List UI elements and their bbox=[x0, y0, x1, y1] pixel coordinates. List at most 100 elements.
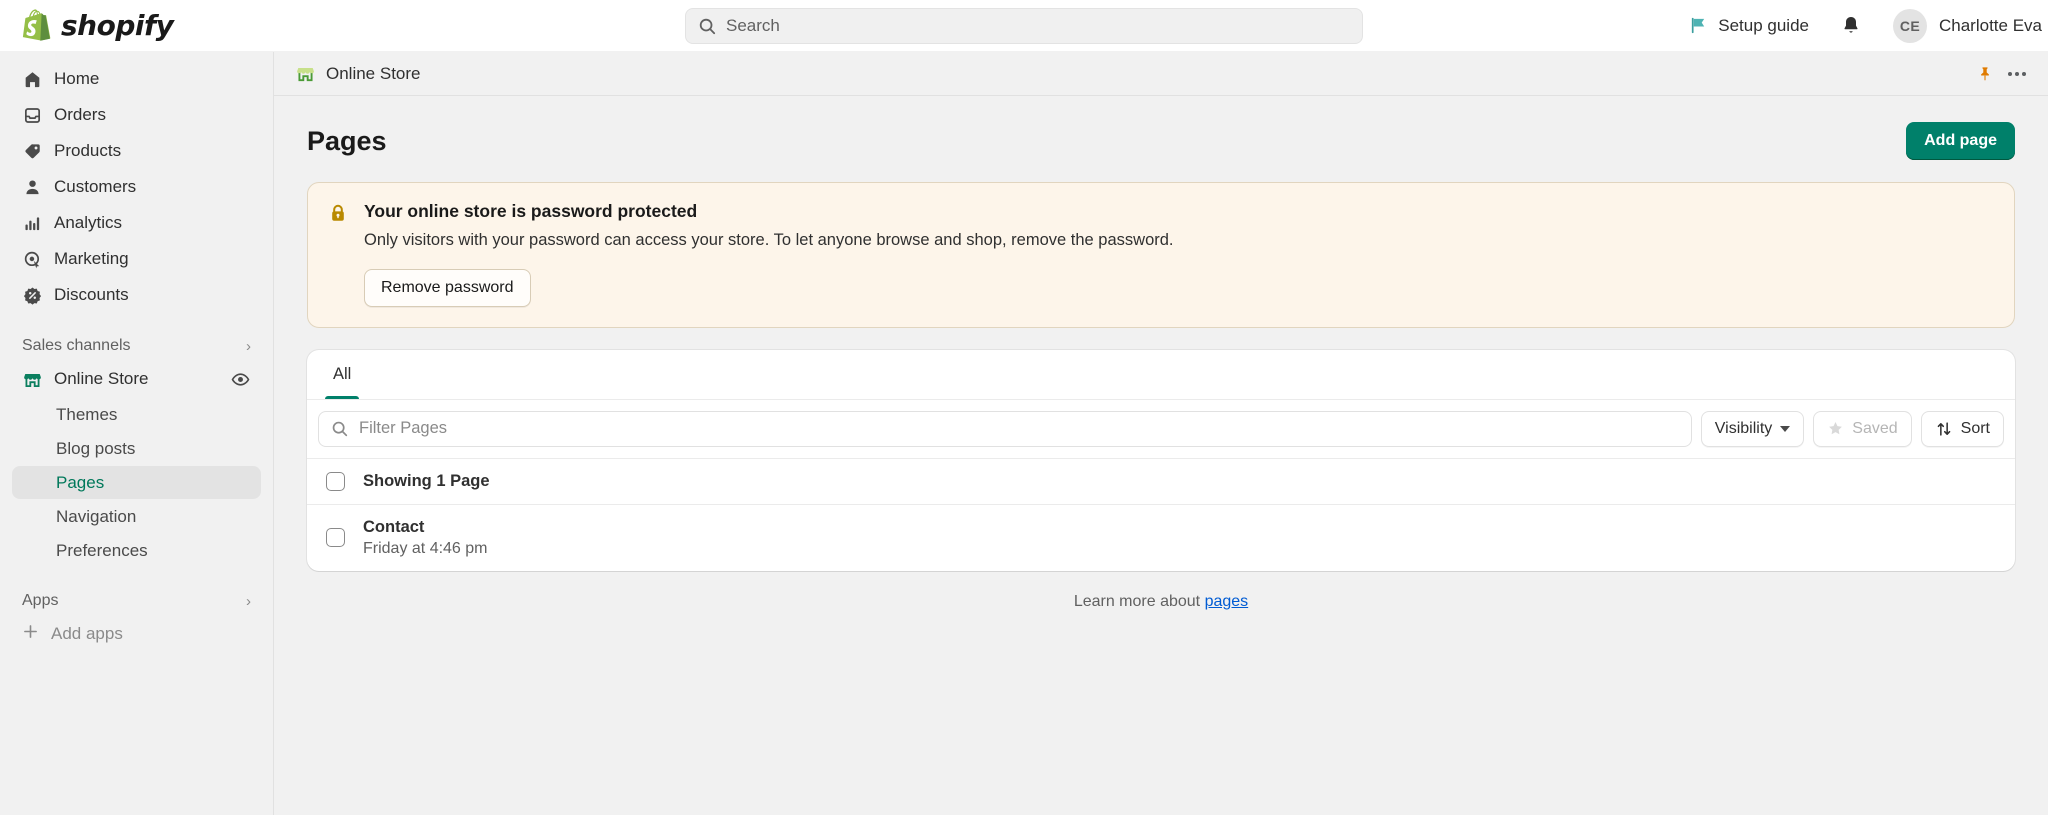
row-content: Contact Friday at 4:46 pm bbox=[363, 518, 488, 558]
home-icon bbox=[22, 69, 42, 89]
global-search[interactable]: Search bbox=[685, 7, 1363, 44]
sidebar-subitem-label: Blog posts bbox=[56, 438, 136, 458]
sidebar: Home Orders Products Customers Analytics bbox=[0, 52, 274, 815]
banner-content: Your online store is password protected … bbox=[364, 201, 1174, 307]
sidebar-item-blog-posts[interactable]: Blog posts bbox=[12, 432, 261, 465]
sidebar-item-label: Analytics bbox=[54, 213, 123, 232]
sidebar-section-label: Apps bbox=[22, 592, 59, 609]
page-content: Pages Add page Your online store is pass… bbox=[274, 96, 2048, 611]
sidebar-item-label: Marketing bbox=[54, 249, 129, 268]
learn-more-text: Learn more about bbox=[1073, 592, 1201, 610]
sidebar-item-label: Orders bbox=[54, 105, 106, 124]
breadcrumb[interactable]: Online Store bbox=[296, 64, 421, 84]
sidebar-subitem-label: Pages bbox=[56, 472, 105, 492]
avatar: CE bbox=[1893, 8, 1927, 43]
add-page-button[interactable]: Add page bbox=[1906, 122, 2015, 160]
sidebar-item-label: Online Store bbox=[54, 369, 149, 388]
learn-more-note: Learn more about pages bbox=[298, 593, 2024, 611]
sidebar-item-analytics[interactable]: Analytics bbox=[12, 206, 261, 240]
product-tag-icon bbox=[22, 141, 42, 161]
person-icon bbox=[22, 177, 42, 197]
sidebar-section-apps[interactable]: Apps › bbox=[12, 585, 261, 617]
table-row[interactable]: Contact Friday at 4:46 pm bbox=[307, 503, 2015, 571]
sidebar-item-discounts[interactable]: Discounts bbox=[12, 278, 261, 312]
sidebar-subitem-label: Themes bbox=[56, 404, 118, 424]
sidebar-subitem-label: Preferences bbox=[56, 540, 148, 560]
breadcrumb-bar: Online Store bbox=[274, 52, 2048, 96]
star-icon bbox=[1829, 422, 1843, 435]
main-content: Online Store Pages Add page Your online … bbox=[274, 52, 2048, 815]
page-title: Pages bbox=[307, 125, 387, 156]
storefront-icon bbox=[22, 369, 42, 389]
discount-percent-icon bbox=[22, 285, 42, 305]
sidebar-item-orders[interactable]: Orders bbox=[12, 98, 261, 132]
page-title-cell: Contact bbox=[363, 517, 425, 536]
sidebar-item-themes[interactable]: Themes bbox=[12, 398, 261, 431]
saved-label: Saved bbox=[1852, 419, 1898, 437]
dot bbox=[2022, 71, 2026, 76]
eye-icon[interactable] bbox=[229, 368, 251, 390]
bar-chart-icon bbox=[22, 213, 42, 233]
filter-placeholder: Filter Pages bbox=[359, 419, 448, 438]
sidebar-subitem-label: Add apps bbox=[51, 624, 123, 643]
tab-label: All bbox=[333, 364, 352, 383]
orders-inbox-icon bbox=[22, 105, 42, 125]
breadcrumb-label: Online Store bbox=[326, 63, 421, 83]
select-all-row: Showing 1 Page bbox=[307, 457, 2015, 504]
sidebar-item-online-store[interactable]: Online Store bbox=[12, 362, 261, 396]
page-timestamp-cell: Friday at 4:46 pm bbox=[363, 539, 488, 557]
page-header: Pages Add page bbox=[298, 122, 2024, 160]
select-all-checkbox[interactable] bbox=[326, 471, 345, 491]
sidebar-item-customers[interactable]: Customers bbox=[12, 170, 261, 204]
row-checkbox[interactable] bbox=[326, 528, 345, 548]
sort-label: Sort bbox=[1960, 419, 1990, 437]
tab-bar: All bbox=[307, 350, 2015, 400]
tab-all[interactable]: All bbox=[317, 350, 367, 399]
pin-icon[interactable] bbox=[1976, 65, 1994, 83]
dot bbox=[2015, 71, 2019, 76]
chevron-right-icon: › bbox=[246, 592, 251, 610]
sidebar-item-home[interactable]: Home bbox=[12, 62, 261, 96]
chevron-down-icon bbox=[1780, 425, 1791, 432]
visibility-label: Visibility bbox=[1714, 419, 1773, 437]
sort-arrows-icon bbox=[1937, 422, 1951, 436]
sort-button[interactable]: Sort bbox=[1920, 410, 2004, 447]
marketing-target-icon bbox=[22, 249, 42, 269]
showing-count-label: Showing 1 Page bbox=[363, 471, 490, 490]
app-shell: Home Orders Products Customers Analytics bbox=[0, 52, 2048, 815]
more-horizontal-icon[interactable] bbox=[2008, 71, 2026, 76]
flag-icon bbox=[1692, 17, 1705, 34]
filter-pages-input[interactable]: Filter Pages bbox=[318, 410, 1692, 447]
sidebar-item-label: Home bbox=[54, 69, 100, 88]
sidebar-item-pages[interactable]: Pages bbox=[12, 466, 261, 499]
sidebar-item-add-apps[interactable]: Add apps bbox=[12, 617, 261, 651]
filter-bar: Filter Pages Visibility Saved Sort bbox=[307, 400, 2015, 458]
chevron-right-icon: › bbox=[246, 337, 251, 355]
search-icon bbox=[332, 422, 348, 437]
top-bar-actions: Setup guide CE Charlotte Eva bbox=[1689, 0, 2048, 51]
sidebar-item-preferences[interactable]: Preferences bbox=[12, 534, 261, 567]
setup-guide-button[interactable]: Setup guide bbox=[1689, 16, 1809, 36]
user-menu[interactable]: CE Charlotte Eva bbox=[1893, 8, 2048, 43]
sidebar-item-products[interactable]: Products bbox=[12, 134, 261, 168]
sidebar-subitem-label: Navigation bbox=[56, 506, 137, 526]
lock-icon bbox=[328, 201, 350, 307]
saved-button[interactable]: Saved bbox=[1813, 410, 1912, 447]
sidebar-section-label: Sales channels bbox=[22, 337, 131, 354]
plus-icon bbox=[22, 623, 39, 645]
notifications-button[interactable] bbox=[1835, 10, 1867, 42]
pages-help-link[interactable]: pages bbox=[1205, 593, 1249, 610]
shopify-logo[interactable]: shopify bbox=[0, 8, 174, 43]
sidebar-section-sales-channels[interactable]: Sales channels › bbox=[12, 330, 261, 362]
setup-guide-label: Setup guide bbox=[1718, 15, 1809, 35]
sidebar-item-label: Customers bbox=[54, 177, 137, 196]
visibility-button[interactable]: Visibility bbox=[1700, 410, 1805, 447]
shopify-wordmark: shopify bbox=[61, 9, 174, 42]
bell-icon bbox=[1844, 17, 1858, 33]
dot bbox=[2008, 71, 2012, 76]
remove-password-button[interactable]: Remove password bbox=[364, 268, 531, 307]
sidebar-item-marketing[interactable]: Marketing bbox=[12, 242, 261, 276]
sidebar-item-label: Discounts bbox=[54, 285, 129, 304]
sidebar-item-navigation[interactable]: Navigation bbox=[12, 500, 261, 533]
user-name: Charlotte Eva bbox=[1939, 15, 2042, 35]
